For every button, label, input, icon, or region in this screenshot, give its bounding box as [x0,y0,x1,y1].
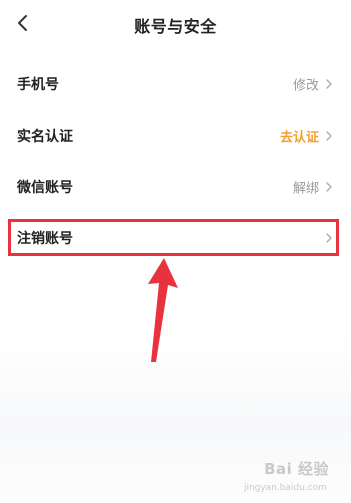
row-realname-label: 实名认证 [17,129,73,145]
row-realname[interactable]: 实名认证 去认证 [0,110,351,162]
watermark-logo: Bai 经验 [264,460,329,478]
chevron-right-icon [325,78,333,90]
chevron-right-icon [325,181,333,193]
highlight-annotation-box [8,219,339,256]
row-realname-action: 去认证 [279,130,319,146]
chevron-right-icon [325,130,333,142]
page-title: 账号与安全 [134,17,217,36]
row-phone-label: 手机号 [17,77,59,93]
row-wechat[interactable]: 微信账号 解绑 [0,161,351,213]
watermark-url: jingyan.baidu.com [243,483,327,493]
row-phone-action: 修改 [292,78,319,94]
annotation-arrow-icon [148,258,178,362]
row-wechat-label: 微信账号 [17,180,73,196]
row-phone[interactable]: 手机号 修改 [0,58,351,110]
row-wechat-action: 解绑 [292,181,319,197]
top-bar: 账号与安全 [0,0,351,48]
